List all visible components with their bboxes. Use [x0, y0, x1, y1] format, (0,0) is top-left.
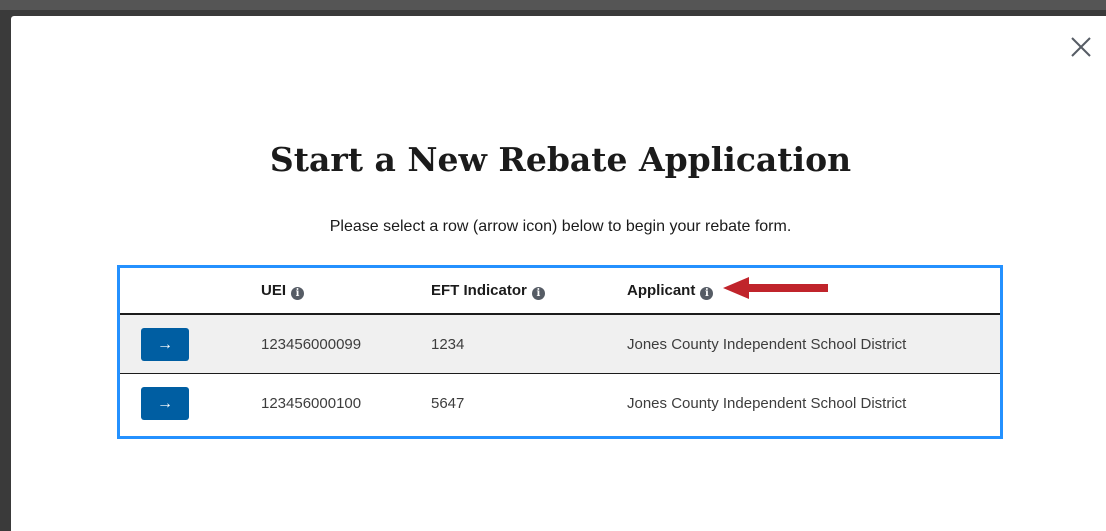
annotation-arrow-icon [723, 277, 828, 299]
info-icon[interactable]: i [531, 286, 545, 300]
info-icon[interactable]: i [291, 286, 305, 300]
backdrop-top-bar [0, 0, 1106, 10]
entity-table: UEI i EFT Indicator i Applicant i → 1234560… [120, 268, 1000, 432]
header-select [120, 268, 261, 315]
modal-title: Start a New Rebate Application [269, 140, 852, 179]
modal-subtitle: Please select a row (arrow icon) below t… [329, 218, 792, 235]
header-applicant-label: Applicant [627, 281, 696, 299]
row-select-cell: → [120, 374, 261, 433]
select-row-button[interactable]: → [141, 386, 189, 420]
header-eft: EFT Indicator i [431, 268, 627, 315]
arrow-right-icon: → [157, 394, 173, 412]
arrow-right-icon: → [157, 335, 173, 353]
header-eft-label: EFT Indicator [431, 281, 527, 299]
table-row[interactable]: → 123456000099 1234 Jones County Indepen… [120, 314, 1000, 374]
row-select-cell: → [120, 314, 261, 374]
header-uei-label: UEI [261, 281, 287, 299]
close-icon [1071, 37, 1091, 57]
select-row-button[interactable]: → [141, 327, 189, 361]
header-uei: UEI i [261, 268, 431, 315]
cell-uei: 123456000099 [261, 314, 431, 374]
cell-uei: 123456000100 [261, 394, 362, 412]
info-icon[interactable]: i [700, 286, 714, 300]
cell-eft: 5647 [431, 394, 465, 412]
entity-table-container: UEI i EFT Indicator i Applicant i → 1234560… [117, 265, 1003, 439]
cell-eft: 1234 [431, 314, 627, 374]
table-row[interactable]: → 123456000100 5647 Jones County Indepen… [120, 374, 1000, 433]
cell-applicant: Jones County Independent School District [627, 314, 1000, 374]
cell-applicant: Jones County Independent School District [627, 394, 907, 412]
table-header-row: UEI i EFT Indicator i Applicant i [120, 268, 1000, 315]
close-button[interactable] [1068, 34, 1094, 60]
